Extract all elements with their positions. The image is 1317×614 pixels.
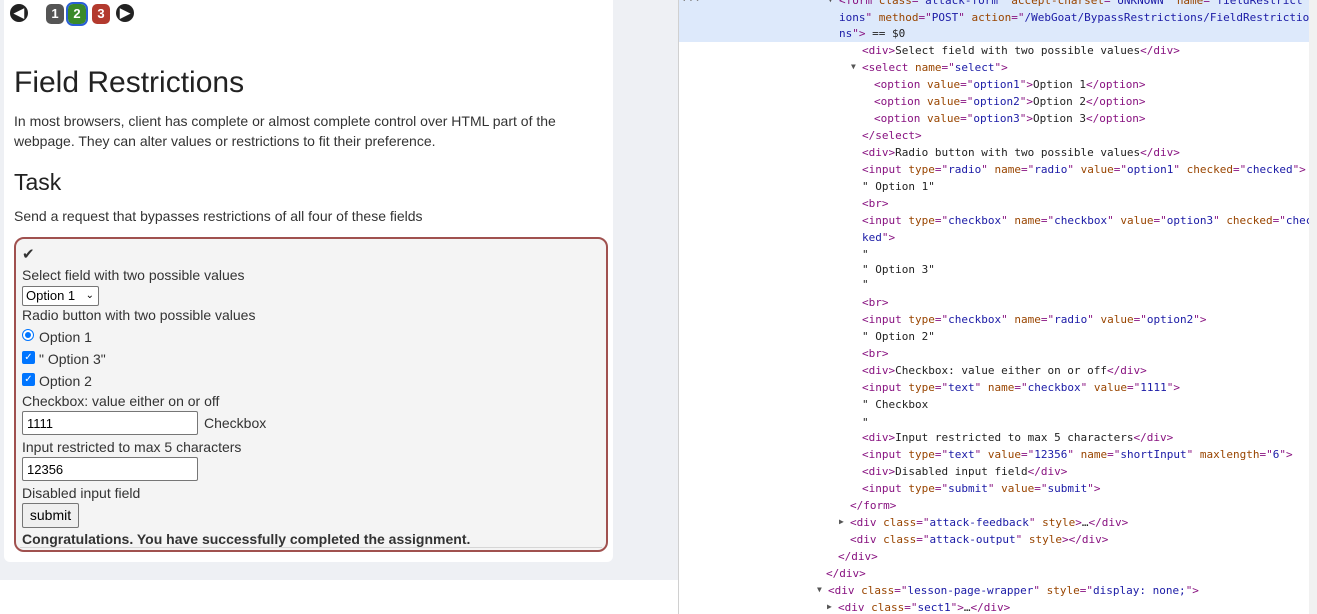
select-field[interactable]: Option 1 ⌄ (22, 286, 99, 306)
dom-line[interactable]: <div>Input restricted to max 5 character… (862, 429, 1173, 446)
checkbox-option-3-label: " Option 3" (39, 351, 106, 367)
dom-line[interactable]: ions" method="POST" action="/WebGoat/Byp… (839, 9, 1309, 26)
dom-line[interactable]: " Option 2" (862, 328, 935, 345)
dom-line[interactable]: </div> (826, 565, 866, 582)
page-button-3[interactable]: 3 (92, 4, 110, 24)
task-heading: Task (14, 169, 62, 195)
task-description: Send a request that bypasses restriction… (14, 208, 423, 224)
dom-line[interactable]: " Option 3" (862, 261, 935, 278)
checkbox-option-2-label: Option 2 (39, 373, 92, 389)
select-label: Select field with two possible values (22, 267, 245, 283)
dom-line[interactable]: <input type="checkbox" name="checkbox" v… (862, 212, 1312, 229)
checkbox-option-3[interactable]: ✓ (22, 351, 35, 364)
lesson-panel: ◀ 1 2 3 ▶ Field Restrictions In most bro… (0, 0, 678, 614)
dom-line[interactable]: <br> (862, 345, 889, 362)
dom-line[interactable]: <select name="select"> (862, 59, 1008, 76)
dom-line[interactable]: </select> (862, 127, 922, 144)
dom-line[interactable]: " Checkbox (862, 396, 928, 413)
lesson-card: ◀ 1 2 3 ▶ Field Restrictions In most bro… (4, 0, 613, 562)
radio-label: Radio button with two possible values (22, 307, 256, 323)
expand-triangle-icon[interactable]: ▼ (828, 0, 833, 4)
attack-form: ✔ Select field with two possible values … (14, 237, 608, 552)
select-value: Option 1 (26, 288, 76, 303)
dom-line[interactable]: <option value="option1">Option 1</option… (874, 76, 1146, 93)
divider (20, 547, 602, 548)
more-icon[interactable]: ··· (681, 0, 701, 7)
dom-line[interactable]: <option value="option2">Option 2</option… (874, 93, 1146, 110)
checkbox-option-2[interactable]: ✓ (22, 373, 35, 386)
page-footer (0, 580, 678, 614)
lesson-intro: In most browsers, client has complete or… (14, 113, 556, 149)
feedback-message: Congratulations. You have successfully c… (22, 531, 471, 547)
dom-line[interactable]: ns"> == $0 (839, 25, 905, 42)
dom-line[interactable]: <br> (862, 195, 889, 212)
lesson-title: Field Restrictions (14, 66, 245, 99)
dom-line[interactable]: <input type="submit" value="submit"> (862, 480, 1100, 497)
page-number: 3 (97, 6, 105, 21)
page-button-2[interactable]: 2 (66, 2, 88, 26)
dom-line[interactable]: ked"> (862, 229, 895, 246)
prev-page-icon[interactable]: ◀ (10, 4, 28, 22)
dom-line[interactable]: <div class="sect1">…</div> (838, 599, 1010, 614)
chevron-down-icon: ⌄ (85, 290, 94, 301)
page-number: 1 (51, 6, 59, 21)
expand-triangle-icon[interactable]: ▼ (817, 585, 822, 594)
disabled-field-label: Disabled input field (22, 485, 141, 501)
checkbox-text-input[interactable]: 1111 (22, 411, 198, 435)
dom-line[interactable]: " Option 1" (862, 178, 935, 195)
expand-triangle-icon[interactable]: ▶ (827, 602, 832, 611)
dom-line[interactable]: <form class="attack-form" accept-charset… (839, 0, 1303, 9)
dom-line[interactable]: " (862, 276, 869, 293)
dom-line[interactable]: <div class="lesson-page-wrapper" style="… (828, 582, 1199, 599)
dom-line[interactable]: <div>Disabled input field</div> (862, 463, 1067, 480)
radio-option-label: Option 1 (39, 329, 92, 345)
dom-line[interactable]: <div>Checkbox: value either on or off</d… (862, 362, 1147, 379)
checkbox-suffix: Checkbox (204, 415, 267, 431)
radio-option-1[interactable] (22, 329, 34, 341)
text-field-label: Checkbox: value either on or off (22, 393, 220, 409)
dom-line[interactable]: <input type="text" value="12356" name="s… (862, 446, 1293, 463)
dom-line[interactable]: <input type="radio" name="radio" value="… (862, 161, 1306, 178)
next-page-icon[interactable]: ▶ (116, 4, 134, 22)
dom-line[interactable]: <input type="checkbox" name="radio" valu… (862, 311, 1206, 328)
submit-button[interactable]: submit (22, 503, 79, 528)
dom-line[interactable]: </form> (850, 497, 896, 514)
check-icon: ✔ (22, 246, 35, 263)
dom-line[interactable]: <div class="attack-output" style></div> (850, 531, 1108, 548)
page-button-1[interactable]: 1 (46, 4, 64, 24)
expand-triangle-icon[interactable]: ▼ (851, 62, 856, 71)
short-input[interactable]: 12356 (22, 457, 198, 481)
expand-triangle-icon[interactable]: ▶ (839, 517, 844, 526)
devtools-elements-panel: ··· <form class="attack-form" accept-cha… (678, 0, 1317, 614)
dom-line[interactable]: </div> (838, 548, 878, 565)
dom-line[interactable]: <div>Select field with two possible valu… (862, 42, 1180, 59)
dom-line[interactable]: <br> (862, 294, 889, 311)
dom-line[interactable]: <input type="text" name="checkbox" value… (862, 379, 1180, 396)
short-input-label: Input restricted to max 5 characters (22, 439, 242, 455)
dom-line[interactable]: <option value="option3">Option 3</option… (874, 110, 1146, 127)
dom-line[interactable]: <div>Radio button with two possible valu… (862, 144, 1180, 161)
page-number: 2 (73, 6, 81, 21)
scrollbar[interactable] (1309, 0, 1317, 614)
dom-line[interactable]: <div class="attack-feedback" style>…</di… (850, 514, 1128, 531)
